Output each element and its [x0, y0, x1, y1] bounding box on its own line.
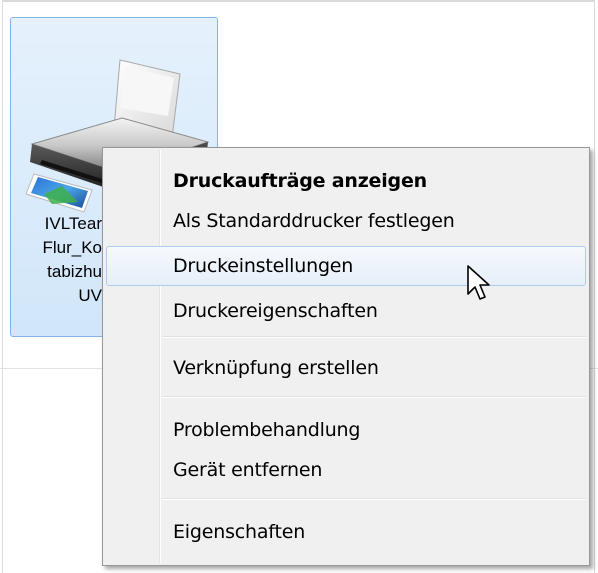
pane-border: [594, 0, 595, 573]
menu-item-label: Problembehandlung: [173, 419, 361, 441]
device-label-line: IVLTear: [44, 214, 102, 233]
menu-item-label: Als Standarddrucker festlegen: [173, 210, 455, 232]
menu-item-label: Verknüpfung erstellen: [173, 357, 379, 379]
printer-context-menu: Druckaufträge anzeigen Als Standarddruck…: [102, 147, 590, 566]
menu-item-create-shortcut[interactable]: Verknüpfung erstellen: [106, 348, 586, 388]
menu-item-view-print-jobs[interactable]: Druckaufträge anzeigen: [106, 161, 586, 201]
menu-item-label: Druckaufträge anzeigen: [173, 170, 427, 192]
menu-item-remove-device[interactable]: Gerät entfernen: [106, 450, 586, 490]
pane-border: [2, 0, 3, 573]
menu-item-troubleshoot[interactable]: Problembehandlung: [106, 410, 586, 450]
printer-device-label: IVLTear Flur_Ko tabizhu UV: [10, 212, 102, 308]
menu-separator: [162, 498, 586, 500]
arrow-cursor-icon: [467, 265, 490, 300]
menu-item-set-default-printer[interactable]: Als Standarddrucker festlegen: [106, 201, 586, 241]
menu-item-printer-properties[interactable]: Druckereigenschaften: [106, 291, 586, 331]
pane-border: [2, 0, 595, 2]
menu-item-printing-preferences[interactable]: Druckeinstellungen: [106, 246, 586, 286]
menu-item-properties[interactable]: Eigenschaften: [106, 512, 586, 552]
menu-item-label: Eigenschaften: [173, 521, 306, 543]
menu-separator: [162, 396, 586, 398]
devices-and-printers-window: IVLTear Flur_Ko tabizhu UV Druckaufträge…: [0, 0, 598, 573]
device-label-line: tabizhu: [47, 262, 102, 281]
device-label-line: Flur_Ko: [42, 238, 102, 257]
device-label-line: UV: [78, 286, 102, 305]
menu-item-label: Druckeinstellungen: [173, 255, 354, 277]
menu-item-label: Druckereigenschaften: [173, 300, 378, 322]
menu-separator: [162, 336, 586, 338]
menu-item-label: Gerät entfernen: [173, 459, 323, 481]
